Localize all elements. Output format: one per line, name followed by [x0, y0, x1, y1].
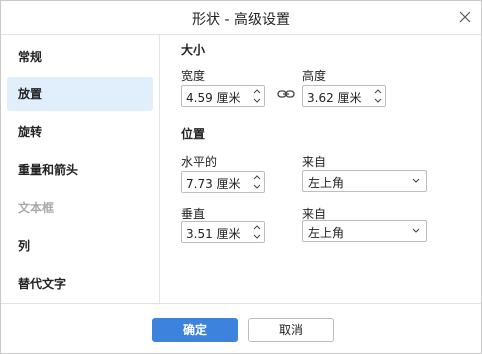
horizontal-stepper[interactable]: 7.73 厘米 [181, 171, 265, 193]
close-icon[interactable] [457, 9, 473, 25]
dialog-footer: 确定 取消 [1, 303, 481, 354]
position-section-title: 位置 [181, 127, 206, 141]
vertical-value: 3.51 厘米 [186, 227, 241, 241]
stepper-arrows-icon[interactable] [373, 87, 383, 105]
horizontal-from-value: 左上角 [308, 176, 345, 190]
width-label: 宽度 [181, 69, 206, 83]
vertical-label: 垂直 [181, 207, 206, 221]
stepper-arrows-icon[interactable] [252, 223, 262, 241]
width-value: 4.59 厘米 [186, 91, 241, 105]
sidebar-item-text-box: 文本框 [18, 201, 55, 215]
stepper-arrows-icon[interactable] [252, 87, 262, 105]
sidebar-item-alt-text[interactable]: 替代文字 [7, 267, 153, 301]
vertical-from-value: 左上角 [308, 226, 345, 240]
sidebar-item-weights-arrows[interactable]: 重量和箭头 [7, 153, 153, 187]
dialog-titlebar: 形状 - 高级设置 [1, 1, 481, 35]
horizontal-from-label: 来自 [302, 155, 327, 169]
width-stepper[interactable]: 4.59 厘米 [181, 85, 265, 107]
size-section-title: 大小 [181, 43, 206, 57]
advanced-settings-dialog: 形状 - 高级设置 常规 放置 旋转 重量和箭头 文本框 列 替代文字 大小 宽… [0, 0, 482, 354]
chevron-down-icon [412, 178, 420, 183]
height-label: 高度 [302, 69, 327, 83]
horizontal-from-select[interactable]: 左上角 [302, 170, 427, 192]
horizontal-label: 水平的 [181, 155, 218, 169]
sidebar-item-columns[interactable]: 列 [7, 229, 153, 263]
placement-panel: 大小 宽度 4.59 厘米 高度 3.62 厘米 位置 水平的 7.73 厘米 [161, 35, 481, 303]
sidebar-item-rotation[interactable]: 旋转 [7, 115, 153, 149]
dialog-title: 形状 - 高级设置 [192, 12, 290, 28]
height-value: 3.62 厘米 [307, 91, 362, 105]
settings-sidebar: 常规 放置 旋转 重量和箭头 文本框 列 替代文字 [1, 35, 160, 303]
horizontal-value: 7.73 厘米 [186, 177, 241, 191]
stepper-arrows-icon[interactable] [252, 173, 262, 191]
height-stepper[interactable]: 3.62 厘米 [302, 85, 386, 107]
cancel-button[interactable]: 取消 [248, 318, 334, 342]
sidebar-item-placement[interactable]: 放置 [7, 77, 153, 111]
chevron-down-icon [412, 228, 420, 233]
vertical-from-select[interactable]: 左上角 [302, 220, 427, 242]
ok-button[interactable]: 确定 [152, 318, 238, 342]
vertical-stepper[interactable]: 3.51 厘米 [181, 221, 265, 243]
link-icon[interactable] [277, 87, 295, 101]
sidebar-item-general[interactable]: 常规 [7, 40, 153, 74]
